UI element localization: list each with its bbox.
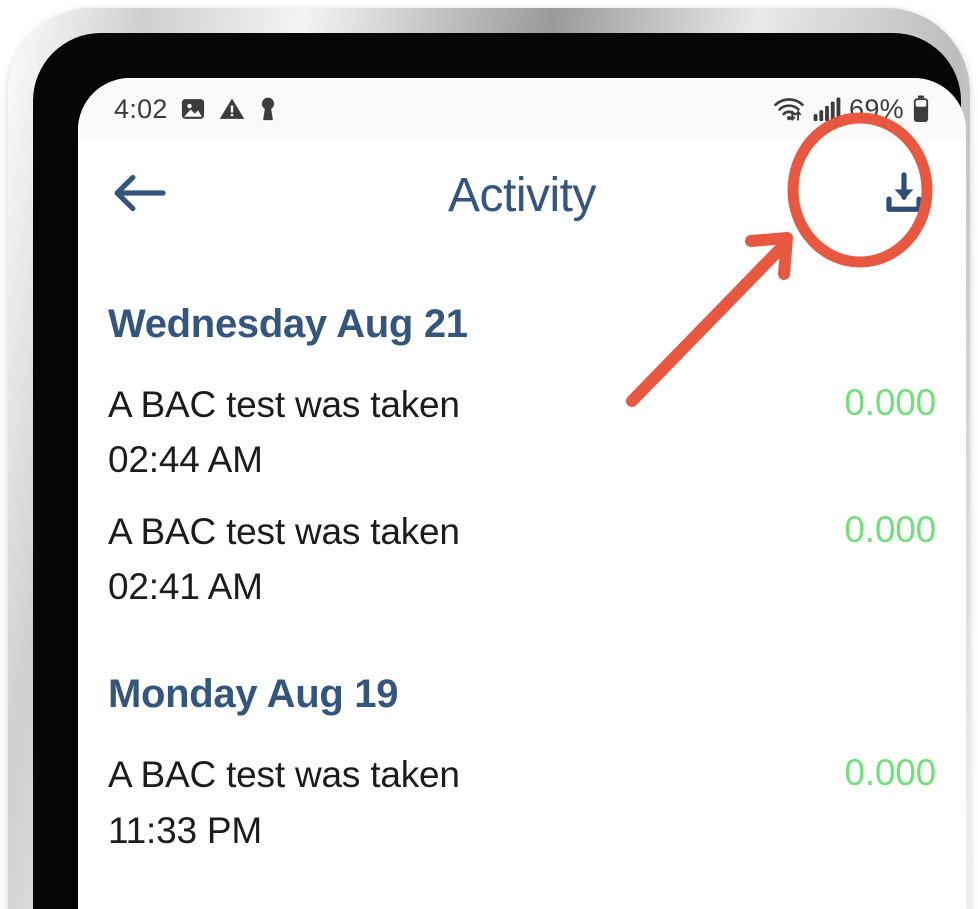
download-icon [881,170,927,221]
wifi-icon [773,95,805,123]
warning-triangle-icon [218,95,246,123]
cellular-signal-icon [813,96,841,122]
activity-entry-title: A BAC test was taken [108,510,460,552]
image-icon [179,95,207,123]
app-header: Activity [78,140,966,250]
date-group-header: Monday Aug 19 [108,672,399,717]
back-button[interactable] [108,163,172,227]
activity-entry-text: A BAC test was taken 11:33 PM [108,751,844,854]
activity-group: Wednesday Aug 21 A BAC test was taken 02… [108,302,936,620]
status-bar-clock: 4:02 [114,93,168,124]
date-group-header: Wednesday Aug 21 [108,302,468,346]
phone-bezel: 4:02 69% Activity Wednesday Aug 21 A BAC… [33,33,966,909]
battery-percent-label: 69% [849,93,904,124]
activity-entry-value: 0.000 [844,752,936,794]
status-bar: 4:02 69% [78,78,966,140]
activity-group: Monday Aug 19 A BAC test was taken 11:33… [108,672,936,864]
keyhole-icon [257,95,279,123]
activity-entry-text: A BAC test was taken 02:44 AM [108,381,844,484]
back-arrow-icon [113,171,167,220]
activity-entry-title: A BAC test was taken [108,754,460,796]
activity-entry[interactable]: A BAC test was taken 02:44 AM 0.000 [108,367,936,494]
phone-screen: 4:02 69% Activity Wednesday Aug 21 A BAC… [78,78,966,909]
activity-entry[interactable]: A BAC test was taken 11:33 PM 0.000 [108,737,936,864]
activity-entry-text: A BAC test was taken 02:41 AM [108,508,844,611]
download-button[interactable] [872,163,936,227]
activity-entry-value: 0.000 [844,382,936,423]
activity-entry-time: 11:33 PM [108,809,263,851]
phone-outer-frame: 4:02 69% Activity Wednesday Aug 21 A BAC… [8,8,970,909]
battery-icon [912,95,930,123]
screenshot-stage: 4:02 69% Activity Wednesday Aug 21 A BAC… [0,0,978,909]
activity-entry[interactable]: A BAC test was taken 02:41 AM 0.000 [108,494,936,621]
activity-entry-value: 0.000 [844,508,936,550]
activity-entry-title: A BAC test was taken [108,384,460,425]
status-bar-left: 4:02 [114,94,279,125]
activity-entry-time: 02:44 AM [108,439,263,481]
page-title: Activity [447,168,597,222]
activity-entry-time: 02:41 AM [108,566,263,608]
activity-list[interactable]: Wednesday Aug 21 A BAC test was taken 02… [78,250,966,909]
status-bar-right: 69% [773,94,930,125]
